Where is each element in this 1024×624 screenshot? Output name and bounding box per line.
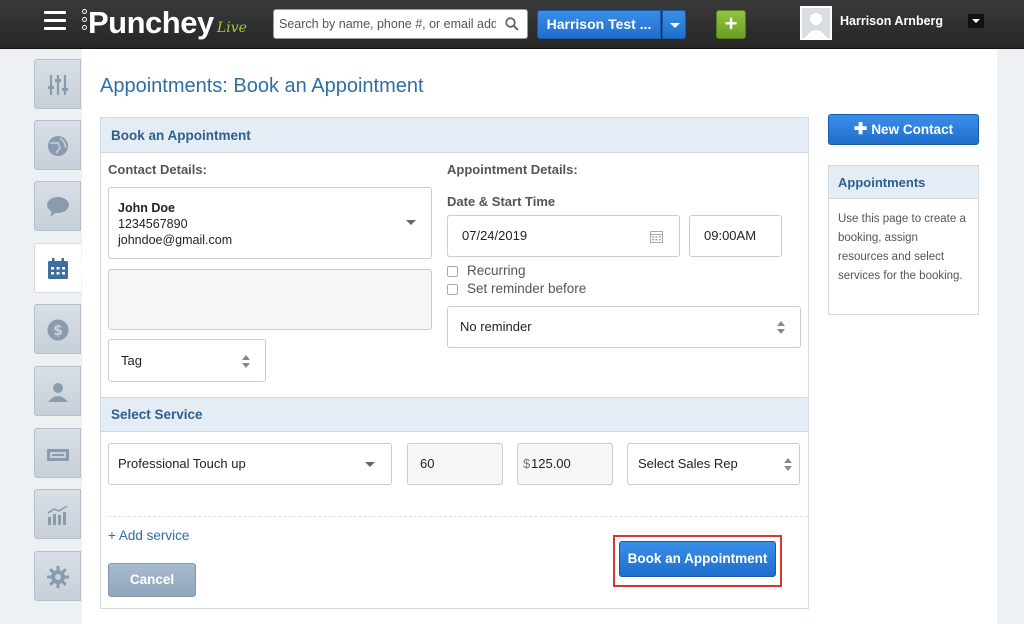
recurring-label: Recurring xyxy=(467,263,526,278)
sidebar-item-globe[interactable] xyxy=(34,120,81,170)
sidebar-item-contacts[interactable] xyxy=(34,366,81,416)
price-field[interactable]: $ 125.00 xyxy=(517,443,613,485)
bar-chart-icon xyxy=(47,505,68,525)
sales-rep-select[interactable]: Select Sales Rep xyxy=(627,443,800,485)
svg-text:$: $ xyxy=(53,323,63,339)
logo-edition: Live xyxy=(217,20,247,36)
new-contact-label: New Contact xyxy=(871,122,954,137)
add-service-link[interactable]: + Add service xyxy=(108,528,189,543)
sidebar-item-calendar[interactable] xyxy=(34,243,88,293)
chat-bubble-icon xyxy=(47,197,69,217)
contact-select[interactable]: John Doe 1234567890 johndoe@gmail.com xyxy=(108,187,432,259)
gear-icon xyxy=(47,566,69,588)
updown-arrows-icon xyxy=(242,354,251,368)
tag-select[interactable]: Tag xyxy=(108,339,266,382)
sidebar-item-messages[interactable] xyxy=(34,181,81,231)
contact-phone: 1234567890 xyxy=(118,217,188,231)
user-menu-caret-icon[interactable] xyxy=(968,14,984,28)
select-service-header: Select Service xyxy=(101,397,808,432)
reminder-select[interactable]: No reminder xyxy=(447,306,801,348)
new-contact-button[interactable]: ✚ New Contact xyxy=(828,114,979,145)
account-dropdown-icon[interactable] xyxy=(662,10,686,39)
top-bar: Punchey Live Harrison Test ... + Harriso… xyxy=(0,0,1024,49)
contact-name: John Doe xyxy=(118,201,175,215)
set-reminder-label: Set reminder before xyxy=(467,281,587,296)
calendar-icon xyxy=(48,258,68,279)
reminder-select-value: No reminder xyxy=(460,319,532,334)
search-input[interactable] xyxy=(274,10,496,38)
cancel-button[interactable]: Cancel xyxy=(108,563,196,597)
contact-details-label: Contact Details: xyxy=(108,162,207,177)
account-switcher-button[interactable]: Harrison Test ... xyxy=(537,10,661,39)
tag-select-value: Tag xyxy=(121,353,142,368)
contact-notes-area[interactable] xyxy=(108,269,432,330)
currency-symbol: $ xyxy=(523,456,531,471)
booking-card-header: Book an Appointment xyxy=(101,118,808,153)
service-select[interactable]: Professional Touch up xyxy=(108,443,392,485)
sidebar-item-settings[interactable] xyxy=(34,551,81,601)
sidebar-item-register[interactable] xyxy=(34,428,81,478)
book-appointment-button[interactable]: Book an Appointment xyxy=(619,541,776,577)
help-card-text: Use this page to create a booking, assig… xyxy=(838,213,966,282)
sliders-icon xyxy=(48,75,68,95)
sales-rep-select-value: Select Sales Rep xyxy=(638,456,738,471)
search-box xyxy=(273,9,528,39)
chevron-down-icon xyxy=(365,462,375,467)
updown-arrows-icon xyxy=(784,458,793,471)
calendar-icon[interactable] xyxy=(650,230,663,243)
date-field[interactable]: 07/24/2019 xyxy=(447,215,680,257)
date-start-time-label: Date & Start Time xyxy=(447,194,556,209)
time-value: 09:00AM xyxy=(704,228,757,243)
time-field[interactable]: 09:00AM xyxy=(689,215,782,257)
appointment-details-label: Appointment Details: xyxy=(447,162,578,177)
chevron-down-icon xyxy=(406,220,416,225)
dollar-icon: $ xyxy=(47,319,69,341)
menu-icon[interactable] xyxy=(44,11,66,31)
help-card-title: Appointments xyxy=(829,166,978,199)
contact-email: johndoe@gmail.com xyxy=(118,233,233,247)
sidebar-item-payments[interactable]: $ xyxy=(34,304,81,354)
plus-icon: ✚ xyxy=(853,121,868,138)
globe-icon xyxy=(48,136,68,156)
service-select-value: Professional Touch up xyxy=(118,456,246,471)
help-card: Appointments Use this page to create a b… xyxy=(828,165,979,315)
main-panel: Appointments: Book an Appointment Book a… xyxy=(82,49,997,624)
logo-text: Punchey xyxy=(88,5,214,40)
sidebar-item-settings-sliders[interactable] xyxy=(34,59,81,109)
checkbox-box[interactable] xyxy=(447,266,458,277)
updown-arrows-icon xyxy=(777,321,786,334)
price-value: 125.00 xyxy=(531,456,571,471)
duration-value: 60 xyxy=(420,456,435,471)
search-icon[interactable] xyxy=(505,17,519,31)
right-gutter xyxy=(997,49,1024,624)
highlight-outline: Book an Appointment xyxy=(613,535,782,587)
date-value: 07/24/2019 xyxy=(462,228,528,243)
avatar[interactable] xyxy=(800,6,832,40)
sidebar-item-reports[interactable] xyxy=(34,489,81,539)
person-icon xyxy=(48,383,68,402)
user-silhouette-icon xyxy=(805,13,827,38)
checkbox-box[interactable] xyxy=(447,284,458,295)
user-name[interactable]: Harrison Arnberg xyxy=(840,14,943,28)
quick-add-button[interactable]: + xyxy=(716,10,746,39)
page-title: Appointments: Book an Appointment xyxy=(100,75,424,97)
divider xyxy=(108,516,808,517)
register-icon xyxy=(47,449,69,461)
duration-field[interactable]: 60 xyxy=(407,443,503,485)
